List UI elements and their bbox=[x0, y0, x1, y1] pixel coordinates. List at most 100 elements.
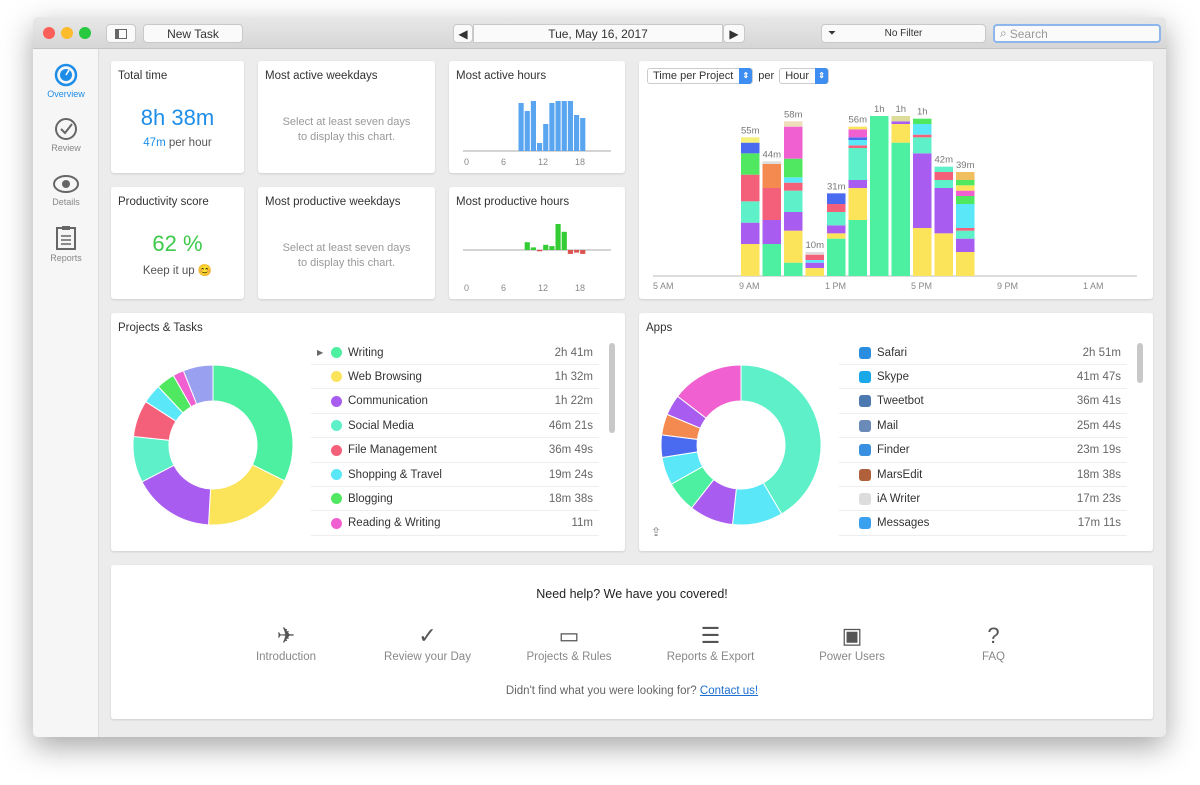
next-day-button[interactable]: ▶ bbox=[723, 24, 745, 43]
hour-bar bbox=[580, 118, 586, 151]
color-dot bbox=[331, 371, 342, 383]
list-item[interactable]: Social Media 46m 21s bbox=[311, 414, 599, 439]
app-icon bbox=[859, 395, 871, 408]
sidebar-item-reports[interactable]: Reports bbox=[33, 225, 99, 263]
list-item[interactable]: Shopping & Travel 19m 24s bbox=[311, 463, 599, 487]
question-icon: ? bbox=[987, 623, 1000, 648]
list-item[interactable]: iA Writer 17m 23s bbox=[839, 487, 1127, 512]
list-item[interactable]: Mail 25m 44s bbox=[839, 414, 1127, 439]
hour-bar bbox=[549, 103, 555, 151]
tick-label: 12 bbox=[538, 157, 548, 167]
user-icon: ▣ bbox=[841, 623, 863, 648]
list-item[interactable]: Web Browsing 1h 32m bbox=[311, 365, 599, 390]
help-item-faq[interactable]: ? FAQ bbox=[924, 623, 1064, 663]
help-item-introduction[interactable]: ✈ Introduction bbox=[216, 623, 356, 663]
scrollbar[interactable] bbox=[609, 343, 615, 433]
total-time-card: Total time 8h 38m 47m per hour bbox=[111, 61, 244, 173]
minimize-button[interactable] bbox=[61, 27, 73, 39]
sidebar-toggle-button[interactable] bbox=[106, 24, 136, 43]
bar-segment bbox=[956, 196, 975, 204]
list-item[interactable]: MarsEdit 18m 38s bbox=[839, 463, 1127, 487]
bar-segment bbox=[741, 222, 760, 244]
bar-segment bbox=[956, 230, 975, 239]
app-icon bbox=[859, 419, 871, 432]
help-item-review-your-day[interactable]: ✓ Review your Day bbox=[358, 623, 498, 663]
close-button[interactable] bbox=[43, 27, 55, 39]
bar-segment bbox=[848, 148, 867, 180]
bar-segment bbox=[762, 164, 781, 188]
apps-card: Apps ⇪ Safari 2h 51m Skype 41m 47s Tweetbot 3… bbox=[639, 313, 1153, 551]
active-hours-chart: 0 6 12 18 bbox=[463, 101, 611, 167]
list-item[interactable]: ▶ Writing 2h 41m bbox=[311, 341, 599, 365]
bar-total-label: 1h bbox=[917, 107, 928, 118]
contact-link[interactable]: Contact us! bbox=[700, 685, 758, 697]
sidebar-item-details[interactable]: Details bbox=[33, 173, 99, 207]
list-item[interactable]: File Management 36m 49s bbox=[311, 439, 599, 463]
hour-bar bbox=[561, 231, 567, 250]
bar-segment bbox=[934, 172, 953, 180]
bar-segment bbox=[827, 204, 846, 212]
projects-list[interactable]: ▶ Writing 2h 41m Web Browsing 1h 32m Communic… bbox=[311, 341, 617, 547]
x-tick-label: 9 AM bbox=[739, 281, 760, 291]
share-icon[interactable]: ⇪ bbox=[651, 525, 661, 539]
bar-segment bbox=[741, 244, 760, 276]
projects-donut-chart bbox=[132, 364, 294, 526]
list-item[interactable]: Messages 17m 11s bbox=[839, 512, 1127, 536]
list-item[interactable]: Blogging 18m 38s bbox=[311, 487, 599, 512]
list-item[interactable]: Tweetbot 36m 41s bbox=[839, 390, 1127, 414]
list-item[interactable]: Safari 2h 51m bbox=[839, 341, 1127, 365]
donut-slice bbox=[212, 364, 294, 482]
overview-main: Total time 8h 38m 47m per hour Productiv… bbox=[99, 49, 1166, 737]
bar-segment bbox=[913, 228, 932, 276]
bar-segment bbox=[956, 228, 975, 231]
hour-bar bbox=[567, 250, 573, 254]
sidebar-item-review[interactable]: Review bbox=[33, 117, 99, 153]
clipboard-icon: ☰ bbox=[700, 623, 721, 648]
list-item[interactable]: Reading & Writing 11m bbox=[311, 512, 599, 536]
bar-segment bbox=[848, 220, 867, 276]
scrollbar[interactable] bbox=[1137, 343, 1143, 383]
bar-segment bbox=[934, 180, 953, 188]
bar-segment bbox=[913, 153, 932, 228]
help-item-power-users[interactable]: ▣ Power Users bbox=[782, 623, 922, 663]
list-item[interactable]: Finder 23m 19s bbox=[839, 439, 1127, 463]
bar-segment bbox=[891, 116, 910, 122]
hour-bar bbox=[537, 250, 543, 252]
hour-bar bbox=[555, 224, 561, 250]
hour-bar bbox=[537, 143, 543, 151]
bar-segment bbox=[891, 142, 910, 276]
sidebar-item-overview[interactable]: Overview bbox=[33, 63, 99, 99]
check-circle-icon bbox=[55, 118, 77, 140]
gauge-icon bbox=[54, 63, 78, 87]
new-task-button[interactable]: New Task bbox=[143, 24, 243, 43]
filter-button[interactable]: ⏷ No Filter bbox=[821, 24, 986, 43]
tick-label: 0 bbox=[464, 283, 469, 293]
apps-list[interactable]: Safari 2h 51m Skype 41m 47s Tweetbot 36m 41s M… bbox=[839, 341, 1145, 547]
zoom-button[interactable] bbox=[79, 27, 91, 39]
bar-total-label: 1h bbox=[874, 104, 885, 115]
bar-segment bbox=[956, 180, 975, 186]
list-item[interactable]: Communication 1h 22m bbox=[311, 390, 599, 414]
bar-total-label: 1h bbox=[895, 104, 906, 115]
previous-day-button[interactable]: ◀ bbox=[453, 24, 473, 43]
help-item-reports-export[interactable]: ☰ Reports & Export bbox=[641, 623, 781, 663]
bar-segment bbox=[784, 190, 803, 212]
app-icon bbox=[859, 492, 871, 505]
search-input[interactable]: ⌕ Search bbox=[993, 24, 1161, 43]
disclosure-triangle-icon[interactable]: ▶ bbox=[317, 348, 323, 357]
bar-segment bbox=[848, 180, 867, 188]
bar-segment bbox=[934, 166, 953, 172]
help-item-projects-rules[interactable]: ▭ Projects & Rules bbox=[499, 623, 639, 663]
bar-segment bbox=[784, 212, 803, 231]
list-item[interactable]: Skype 41m 47s bbox=[839, 365, 1127, 390]
bar-segment bbox=[762, 244, 781, 276]
date-display[interactable]: Tue, May 16, 2017 bbox=[473, 24, 723, 43]
bar-total-label: 10m bbox=[806, 240, 825, 251]
bar-segment bbox=[784, 262, 803, 276]
bar-segment bbox=[741, 174, 760, 202]
hour-bar bbox=[549, 246, 555, 250]
projects-card: Projects & Tasks ▶ Writing 2h 41m Web Brows… bbox=[111, 313, 625, 551]
bar-segment bbox=[913, 137, 932, 154]
bar-segment bbox=[741, 142, 760, 154]
airplane-icon: ✈ bbox=[276, 623, 296, 648]
